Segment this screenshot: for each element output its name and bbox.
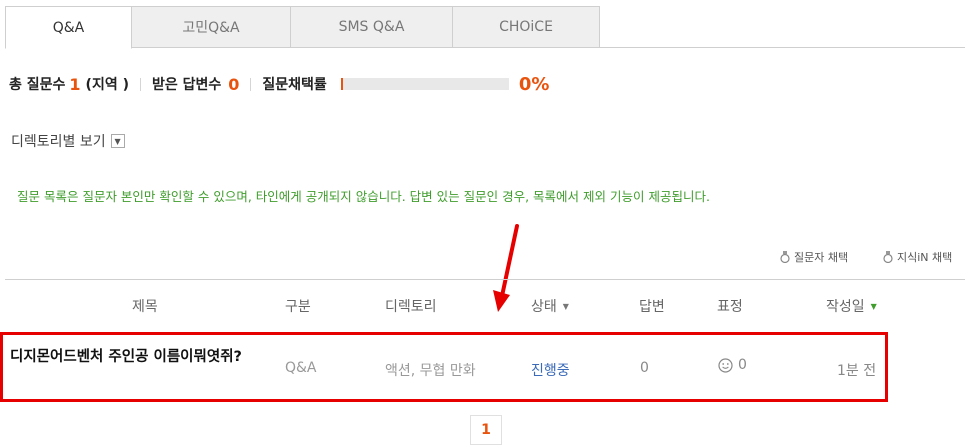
privacy-notice: 질문 목록은 질문자 본인만 확인할 수 있으며, 타인에게 공개되지 않습니다… xyxy=(17,189,710,204)
expression-cell: 0 xyxy=(718,357,747,373)
expression-count: 0 xyxy=(738,357,747,373)
pagination-page-current[interactable]: 1 xyxy=(470,415,502,445)
table-row[interactable]: 디지몬어드벤처 주인공 이름이뭐엿쥐? Q&A 액션, 무협 만화 진행중 0 … xyxy=(0,332,888,402)
sort-caret-icon: ▼ xyxy=(562,301,569,311)
tab-choice[interactable]: CHOiCE xyxy=(452,6,600,48)
answer-count: 0 xyxy=(640,360,649,376)
adoption-label: 질문채택률 xyxy=(262,77,327,93)
kin-adopt-legend: 지식iN 채택 xyxy=(883,249,952,265)
sort-caret-icon: ▼ xyxy=(870,301,877,311)
directory-view-label: 디렉토리별 보기 xyxy=(11,134,106,150)
adoption-progress-cap xyxy=(340,78,343,90)
column-header-date[interactable]: 작성일 ▼ xyxy=(826,296,877,316)
asker-adopt-label: 질문자 채택 xyxy=(794,251,849,264)
question-type: Q&A xyxy=(285,360,317,376)
tab-bar: Q&A 고민Q&A SMS Q&A CHOiCE xyxy=(5,6,965,49)
asker-adopt-legend: 질문자 채택 xyxy=(780,249,848,265)
directory-view-toggle[interactable]: 디렉토리별 보기 ▼ xyxy=(11,131,125,151)
answers-count: 0 xyxy=(228,74,240,94)
column-header-status[interactable]: 상태 ▼ xyxy=(531,296,569,316)
tab-worry-qna[interactable]: 고민Q&A xyxy=(131,6,291,48)
kin-adopt-label: 지식iN 채택 xyxy=(897,251,953,264)
column-header-directory: 디렉토리 xyxy=(385,299,437,315)
question-directory: 액션, 무협 만화 xyxy=(385,363,476,379)
column-header-title: 제목 xyxy=(132,299,158,315)
questions-label: 총 질문수 xyxy=(9,77,66,93)
column-header-expression: 표정 xyxy=(717,299,743,315)
red-arrow-annotation xyxy=(493,224,519,312)
tab-sms-qna[interactable]: SMS Q&A xyxy=(290,6,453,48)
column-header-date-label: 작성일 xyxy=(826,299,865,315)
adoption-progress-bar xyxy=(340,78,509,90)
medal-icon xyxy=(883,251,893,263)
column-header-status-label: 상태 xyxy=(531,299,557,315)
created-date: 1분 전 xyxy=(837,363,877,379)
chevron-down-icon[interactable]: ▼ xyxy=(110,134,125,148)
status-badge: 진행중 xyxy=(531,363,570,379)
table-top-border xyxy=(5,279,965,280)
answers-label: 받은 답변수 xyxy=(151,77,222,93)
divider xyxy=(139,77,141,91)
smile-icon xyxy=(718,357,733,373)
questions-count: 1 xyxy=(69,74,81,94)
column-header-type: 구분 xyxy=(285,299,311,315)
divider xyxy=(250,77,252,91)
column-header-answers: 답변 xyxy=(639,299,665,315)
stats-row: 총 질문수 1 (지역 ) 받은 답변수 0 질문채택률 0% xyxy=(9,73,550,95)
region-label: (지역 ) xyxy=(85,77,129,93)
medal-icon xyxy=(780,251,790,263)
adoption-rate: 0% xyxy=(518,73,550,95)
tab-qna[interactable]: Q&A xyxy=(5,6,132,49)
question-title-link[interactable]: 디지몬어드벤처 주인공 이름이뭐엿쥐? xyxy=(10,347,270,368)
